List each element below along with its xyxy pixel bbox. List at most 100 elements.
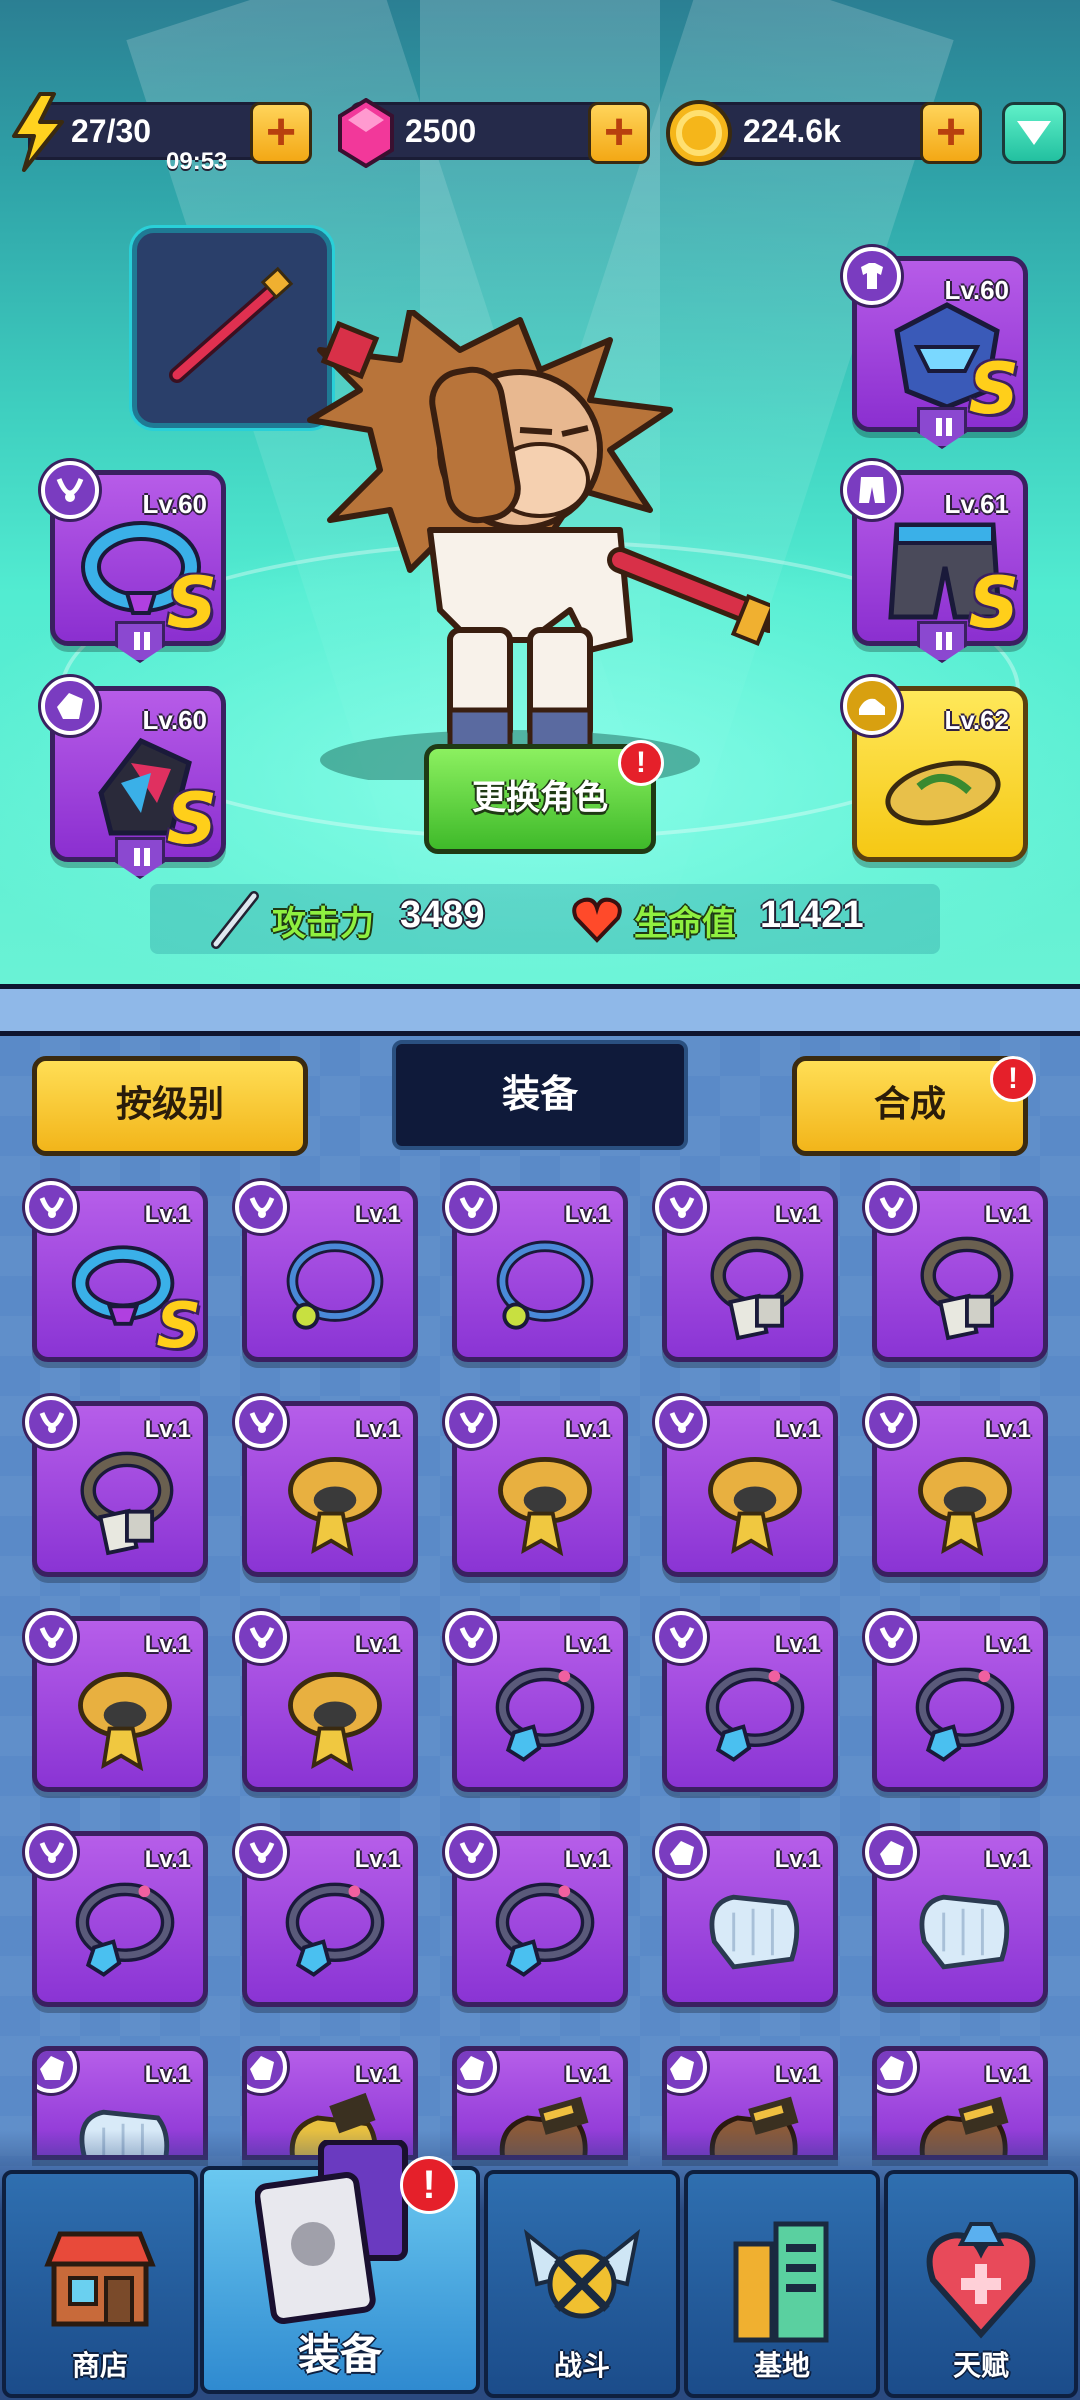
inventory-item[interactable]: Lv.1 — [865, 1611, 1048, 1792]
necklace-slot[interactable]: Lv.60 S — [41, 461, 226, 663]
dog-tag-icon — [80, 1451, 174, 1556]
grade-badge: S — [968, 348, 1019, 430]
inventory-item[interactable]: Lv.1 — [865, 1396, 1048, 1577]
inventory-item[interactable]: Lv.1 — [235, 1826, 418, 2007]
item-level: Lv.1 — [774, 2061, 821, 2088]
pants-type-icon — [843, 461, 901, 519]
inventory-item[interactable]: Lv.1 S — [25, 1181, 208, 1362]
item-level: Lv.1 — [144, 1631, 191, 1658]
item-level: Lv.1 — [564, 1846, 611, 1873]
inventory-item[interactable]: Lv.1 — [655, 1826, 838, 2007]
energy-timer: 09:53 — [166, 148, 228, 175]
glove-type-icon — [37, 2051, 77, 2093]
talent-heart-icon — [926, 2222, 1036, 2339]
item-level: Lv.1 — [984, 1631, 1031, 1658]
hero-stats-bar: 攻击力 3489 生命值 11421 — [150, 884, 940, 954]
glove-type-icon — [667, 2051, 707, 2093]
nav-talent[interactable]: 天赋 — [884, 2170, 1078, 2398]
grade-badge: S — [166, 778, 217, 860]
necklace-type-icon — [865, 1396, 917, 1448]
inventory-item[interactable]: Lv.1 — [235, 1396, 418, 1577]
nav-label: 战斗 — [553, 2349, 610, 2382]
inventory-item[interactable]: Lv.1 — [655, 1181, 838, 1362]
ring-necklace-icon — [496, 1240, 594, 1330]
cloth-glove-icon — [709, 1894, 800, 1970]
inventory-item[interactable]: Lv.1 — [25, 1396, 208, 1577]
inventory-item[interactable]: Lv.1 — [235, 1181, 418, 1362]
grade-badge: S — [166, 562, 217, 644]
dog-tag-icon — [710, 1236, 804, 1341]
necklace-type-icon — [235, 1396, 287, 1448]
base-building-icon — [733, 2221, 829, 2343]
grade-badge: S — [968, 562, 1019, 644]
inventory-item[interactable]: Lv.1 — [445, 1826, 628, 2007]
glove-type-icon — [457, 2051, 497, 2093]
attack-label: 攻击力 — [272, 904, 374, 944]
pants-slot[interactable]: Lv.61 S — [843, 461, 1028, 663]
glove-type-icon — [247, 2051, 287, 2093]
item-level: Lv.1 — [564, 1631, 611, 1658]
nav-shop[interactable]: 商店 — [2, 2170, 198, 2398]
necklace-type-icon — [655, 1181, 707, 1233]
helmet-slot[interactable]: Lv.60 S — [843, 247, 1028, 449]
add-energy-button[interactable]: + — [250, 102, 312, 164]
attack-value: 3489 — [400, 894, 485, 936]
necklace-type-icon — [235, 1611, 287, 1663]
necklace-type-icon — [235, 1181, 287, 1233]
item-level: Lv.1 — [774, 1846, 821, 1873]
gloves-slot[interactable]: Lv.60 S — [41, 677, 226, 879]
inventory-item[interactable]: Lv.1 — [865, 1181, 1048, 1362]
glove-type-icon — [877, 2051, 917, 2093]
scarf-icon — [498, 1457, 592, 1557]
sort-by-level-button[interactable]: 按级别 — [32, 1056, 308, 1156]
shoes-slot[interactable]: Lv.62 — [843, 677, 1028, 862]
item-level: Lv.1 — [774, 1416, 821, 1443]
gem-value: 2500 — [405, 113, 477, 149]
battle-wings-icon — [523, 2229, 641, 2319]
inventory-item[interactable]: Lv.1 — [445, 1611, 628, 1792]
add-gems-button[interactable]: + — [588, 102, 650, 164]
equipment-card-icon — [255, 2140, 408, 2325]
ring-necklace-icon — [286, 1240, 384, 1330]
inventory-item[interactable]: Lv.1 — [445, 1396, 628, 1577]
energy-value: 27/30 — [71, 113, 152, 149]
gem-pendant-icon — [495, 1882, 595, 1977]
inventory-item[interactable]: Lv.1 — [655, 1396, 838, 1577]
nav-battle[interactable]: 战斗 — [484, 2170, 680, 2398]
shield-icon[interactable] — [1002, 102, 1066, 164]
item-level: Lv.1 — [354, 1846, 401, 1873]
item-level: Lv.1 — [354, 1201, 401, 1228]
item-level: Lv.1 — [144, 1846, 191, 1873]
inventory-item[interactable]: Lv.1 — [25, 1611, 208, 1792]
gem-pendant-icon — [285, 1882, 385, 1977]
gem-pendant-icon — [705, 1667, 805, 1762]
add-coins-button[interactable]: + — [920, 102, 982, 164]
heart-icon — [572, 897, 622, 943]
item-level: Lv.1 — [144, 1416, 191, 1443]
necklace-type-icon — [25, 1396, 77, 1448]
glove-type-icon — [865, 1826, 917, 1878]
scarf-icon — [708, 1457, 802, 1557]
nav-base[interactable]: 基地 — [684, 2170, 880, 2398]
gem-pendant-icon — [915, 1667, 1015, 1762]
glove-type-icon — [655, 1826, 707, 1878]
item-level: Lv.1 — [564, 1201, 611, 1228]
cloth-glove-icon — [919, 1894, 1010, 1970]
item-level: Lv.1 — [984, 1201, 1031, 1228]
inventory-item[interactable]: Lv.1 — [445, 1181, 628, 1362]
merge-alert-icon: ! — [990, 1056, 1036, 1102]
slot-level: Lv.62 — [944, 705, 1009, 735]
tab-equipment[interactable]: 装备 — [392, 1040, 688, 1150]
item-level: Lv.1 — [774, 1201, 821, 1228]
inventory-item[interactable]: Lv.1 — [235, 1611, 418, 1792]
nav-label: 装备 — [297, 2330, 382, 2379]
inventory-item[interactable]: Lv.1 — [865, 1826, 1048, 2007]
coin-value: 224.6k — [743, 113, 841, 149]
necklace-type-icon — [235, 1826, 287, 1878]
shop-icon — [44, 2231, 156, 2327]
item-level: Lv.1 — [984, 1416, 1031, 1443]
hp-value: 11421 — [760, 894, 864, 936]
inventory-item[interactable]: Lv.1 — [655, 1611, 838, 1792]
sword-icon — [211, 891, 259, 949]
inventory-item[interactable]: Lv.1 — [25, 1826, 208, 2007]
